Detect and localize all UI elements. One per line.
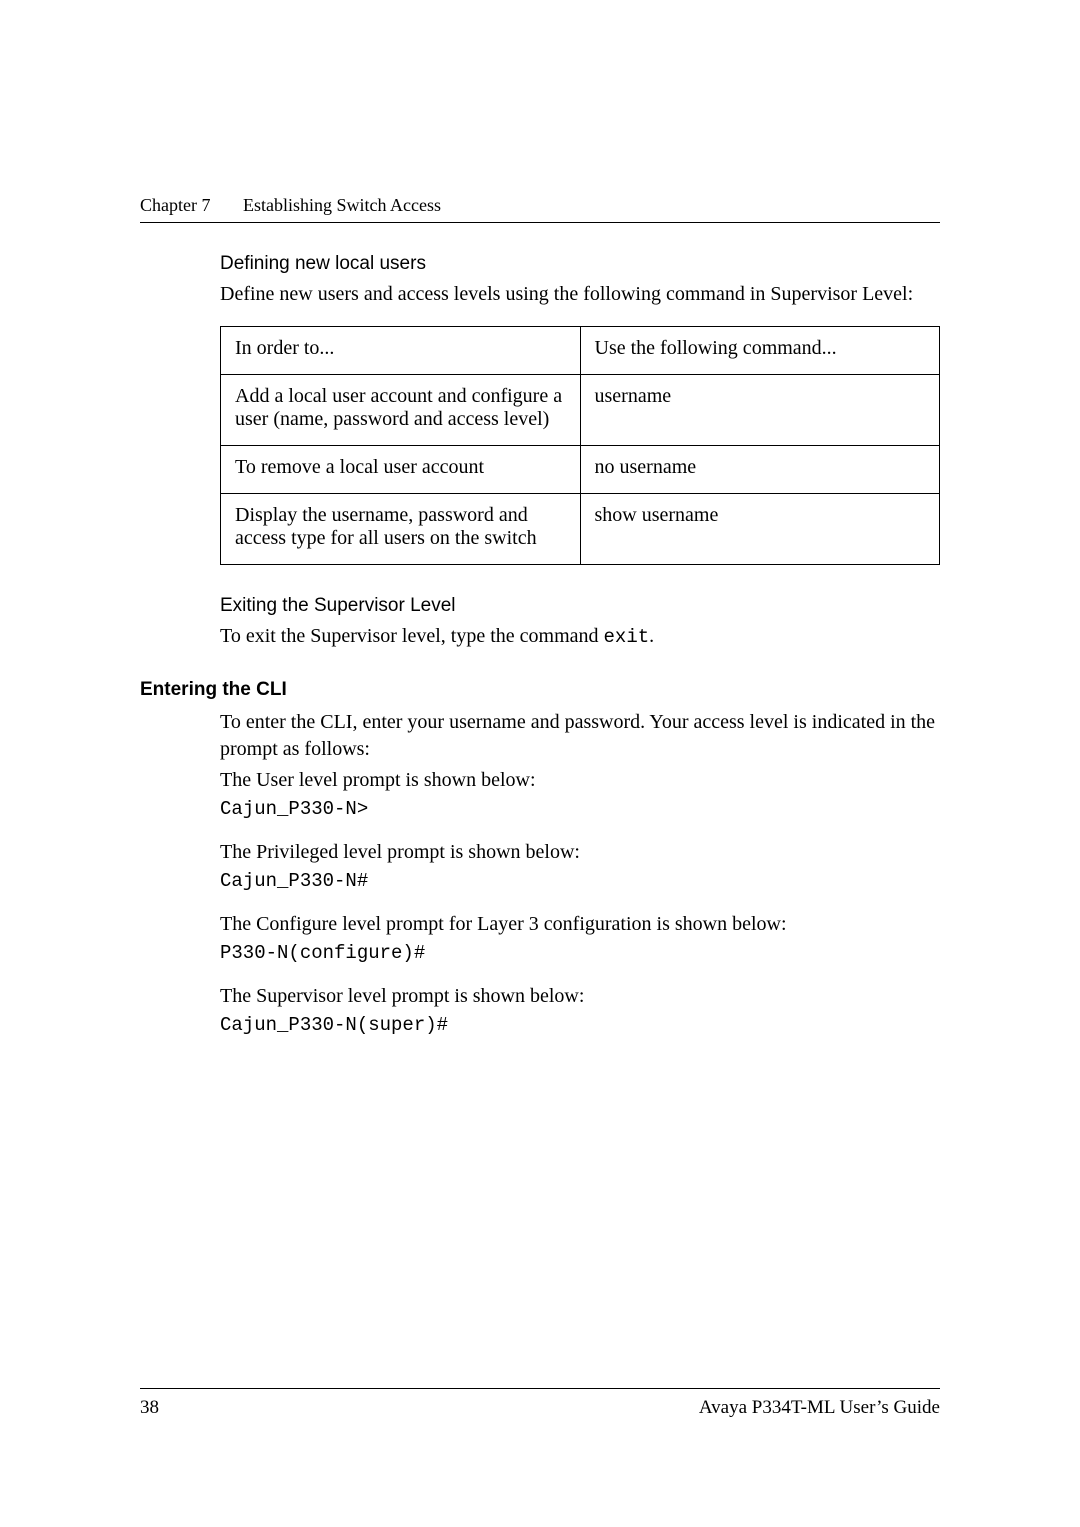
heading-entering-cli: Entering the CLI <box>140 679 940 701</box>
subheading-defining: Defining new local users <box>220 253 940 275</box>
table-row: To remove a local user account no userna… <box>221 446 940 494</box>
text: To exit the Supervisor level, type the c… <box>220 625 604 647</box>
code-line: Cajun_P330-N(super)# <box>220 1014 940 1036</box>
paragraph: The Configure level prompt for Layer 3 c… <box>220 911 940 938</box>
section-defining-users: Defining new local users Define new user… <box>220 253 940 651</box>
guide-title: Avaya P334T-ML User’s Guide <box>699 1397 940 1419</box>
text: . <box>649 625 654 647</box>
table-header-row: In order to... Use the following command… <box>221 327 940 375</box>
header-chapter: Chapter 7 <box>140 195 210 215</box>
code-line: Cajun_P330-N# <box>220 870 940 892</box>
paragraph: The User level prompt is shown below: <box>220 767 940 794</box>
table-header-cell: In order to... <box>221 327 581 375</box>
page: Chapter 7 Establishing Switch Access Def… <box>0 0 1080 1527</box>
table-cell: no username <box>580 446 940 494</box>
paragraph: Define new users and access levels using… <box>220 281 940 308</box>
table-cell: show username <box>580 494 940 565</box>
table-header-cell: Use the following command... <box>580 327 940 375</box>
paragraph: To exit the Supervisor level, type the c… <box>220 623 940 651</box>
paragraph: The Supervisor level prompt is shown bel… <box>220 983 940 1010</box>
page-number: 38 <box>140 1397 159 1419</box>
table-row: Add a local user account and configure a… <box>221 375 940 446</box>
table-cell: Add a local user account and configure a… <box>221 375 581 446</box>
table-row: Display the username, password and acces… <box>221 494 940 565</box>
header-title: Establishing Switch Access <box>243 195 441 215</box>
paragraph: The Privileged level prompt is shown bel… <box>220 839 940 866</box>
page-footer: 38 Avaya P334T-ML User’s Guide <box>140 1397 940 1419</box>
section-entering-cli: To enter the CLI, enter your username an… <box>220 709 940 1036</box>
subheading-exiting: Exiting the Supervisor Level <box>220 595 940 617</box>
paragraph: To enter the CLI, enter your username an… <box>220 709 940 763</box>
table-cell: To remove a local user account <box>221 446 581 494</box>
footer-rule <box>140 1388 940 1389</box>
table-cell: Display the username, password and acces… <box>221 494 581 565</box>
inline-command: exit <box>604 626 650 648</box>
command-table: In order to... Use the following command… <box>220 326 940 565</box>
table-cell: username <box>580 375 940 446</box>
running-header: Chapter 7 Establishing Switch Access <box>140 195 940 216</box>
code-line: P330-N(configure)# <box>220 942 940 964</box>
header-rule <box>140 222 940 223</box>
code-line: Cajun_P330-N> <box>220 798 940 820</box>
